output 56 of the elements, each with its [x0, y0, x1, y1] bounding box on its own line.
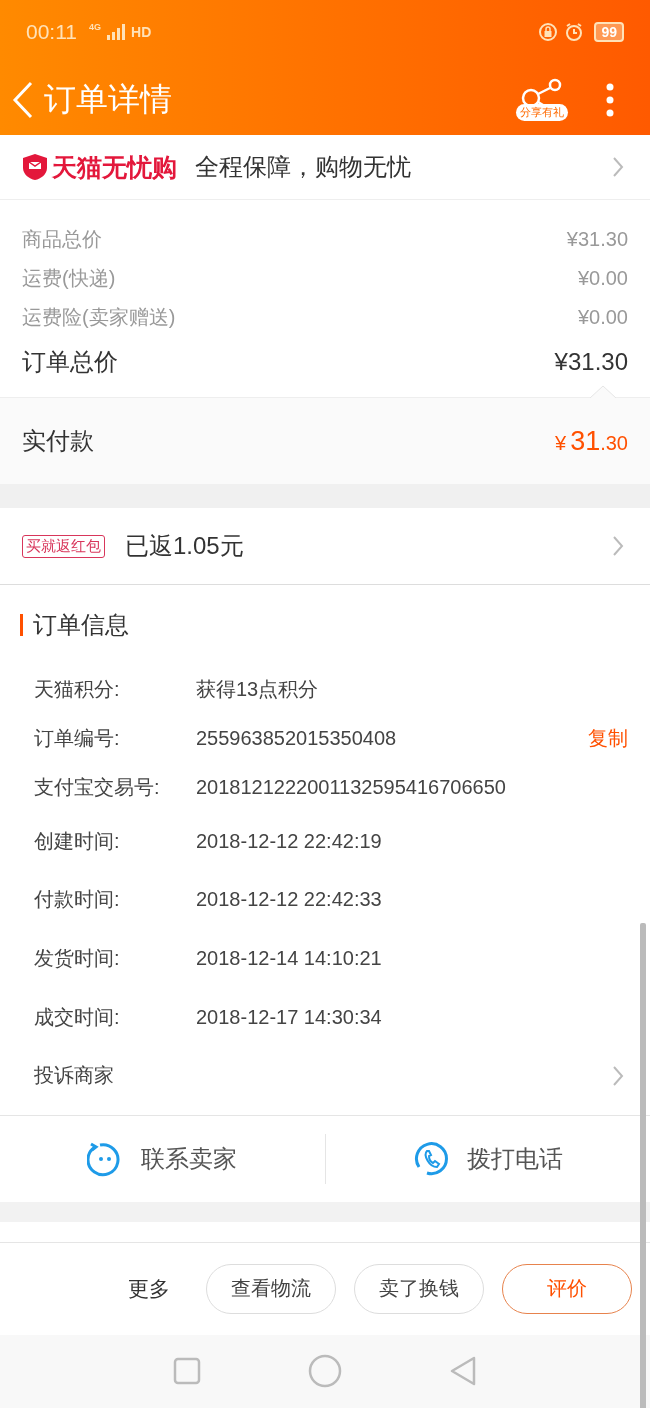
chevron-right-icon [612, 1064, 624, 1087]
more-link[interactable]: 更多 [128, 1274, 170, 1303]
hd-label: HD [131, 24, 152, 40]
chevron-right-icon [612, 156, 624, 178]
field-value: 2018-12-14 14:10:21 [196, 947, 383, 970]
price-label: 订单总价 [22, 347, 118, 377]
complaint-row[interactable]: 投诉商家 [34, 1046, 628, 1105]
home-icon[interactable] [308, 1354, 342, 1389]
field-label: 成交时间: [34, 1004, 121, 1030]
network-label: 4G [89, 22, 101, 32]
price-label: 运费(快递) [22, 266, 116, 291]
field-value: 2018121222001132595416706650 [196, 776, 507, 799]
paid-label: 实付款 [22, 426, 94, 456]
back-nav-icon[interactable] [448, 1356, 477, 1387]
signal-icon [107, 24, 125, 40]
field-label: 发货时间: [34, 946, 121, 971]
price-value: ¥0.00 [577, 306, 628, 329]
battery-indicator: 99 [594, 22, 624, 42]
price-value: ¥31.30 [554, 348, 628, 376]
field-label: 创建时间: [34, 828, 121, 854]
field-value: 2018-12-12 22:42:33 [196, 888, 383, 912]
price-value: ¥31.30 [566, 228, 628, 251]
section-title: 订单信息 [33, 610, 129, 640]
field-label: 支付宝交易号: [34, 775, 161, 800]
alarm-icon [564, 22, 585, 42]
chevron-right-icon [612, 535, 624, 557]
promo-tag: 买就返红包 [22, 534, 105, 558]
shield-icon [22, 153, 48, 181]
field-value: 2018-12-12 22:42:19 [196, 829, 383, 853]
brand-name: 天猫无忧购 [52, 151, 177, 183]
action-button[interactable]: 查看物流 [206, 1263, 336, 1314]
phone-icon [412, 1140, 449, 1177]
contact-button[interactable]: 拨打电话 [325, 1115, 650, 1202]
field-label: 付款时间: [34, 887, 121, 913]
status-time: 00:11 [26, 20, 77, 44]
paid-amount: ¥31.30 [555, 425, 628, 457]
action-button[interactable]: 卖了换钱 [354, 1263, 484, 1314]
price-label: 运费险(卖家赠送) [22, 305, 176, 330]
back-icon[interactable] [12, 80, 34, 119]
field-label: 订单编号: [34, 726, 121, 751]
price-value: ¥0.00 [577, 267, 628, 290]
complaint-label: 投诉商家 [34, 1063, 114, 1089]
cashback-text: 已返1.05元 [125, 531, 244, 561]
cashback-row[interactable]: 买就返红包 已返1.05元 [0, 508, 650, 585]
field-value: 255963852015350408 [196, 727, 398, 750]
guarantee-row[interactable]: 天猫无忧购 全程保障，购物无忧 [0, 135, 650, 200]
price-label: 商品总价 [22, 227, 102, 252]
field-value: 2018-12-17 14:30:34 [196, 1005, 383, 1029]
field-value: 获得13点积分 [196, 677, 320, 702]
more-options-icon[interactable] [606, 82, 614, 117]
recents-icon[interactable] [173, 1357, 202, 1386]
contact-button[interactable]: 联系卖家 [0, 1115, 325, 1202]
lock-rotation-icon [538, 22, 559, 42]
field-label: 天猫积分: [34, 677, 121, 702]
guarantee-text: 全程保障，购物无忧 [195, 152, 411, 182]
page-title: 订单详情 [44, 79, 172, 119]
